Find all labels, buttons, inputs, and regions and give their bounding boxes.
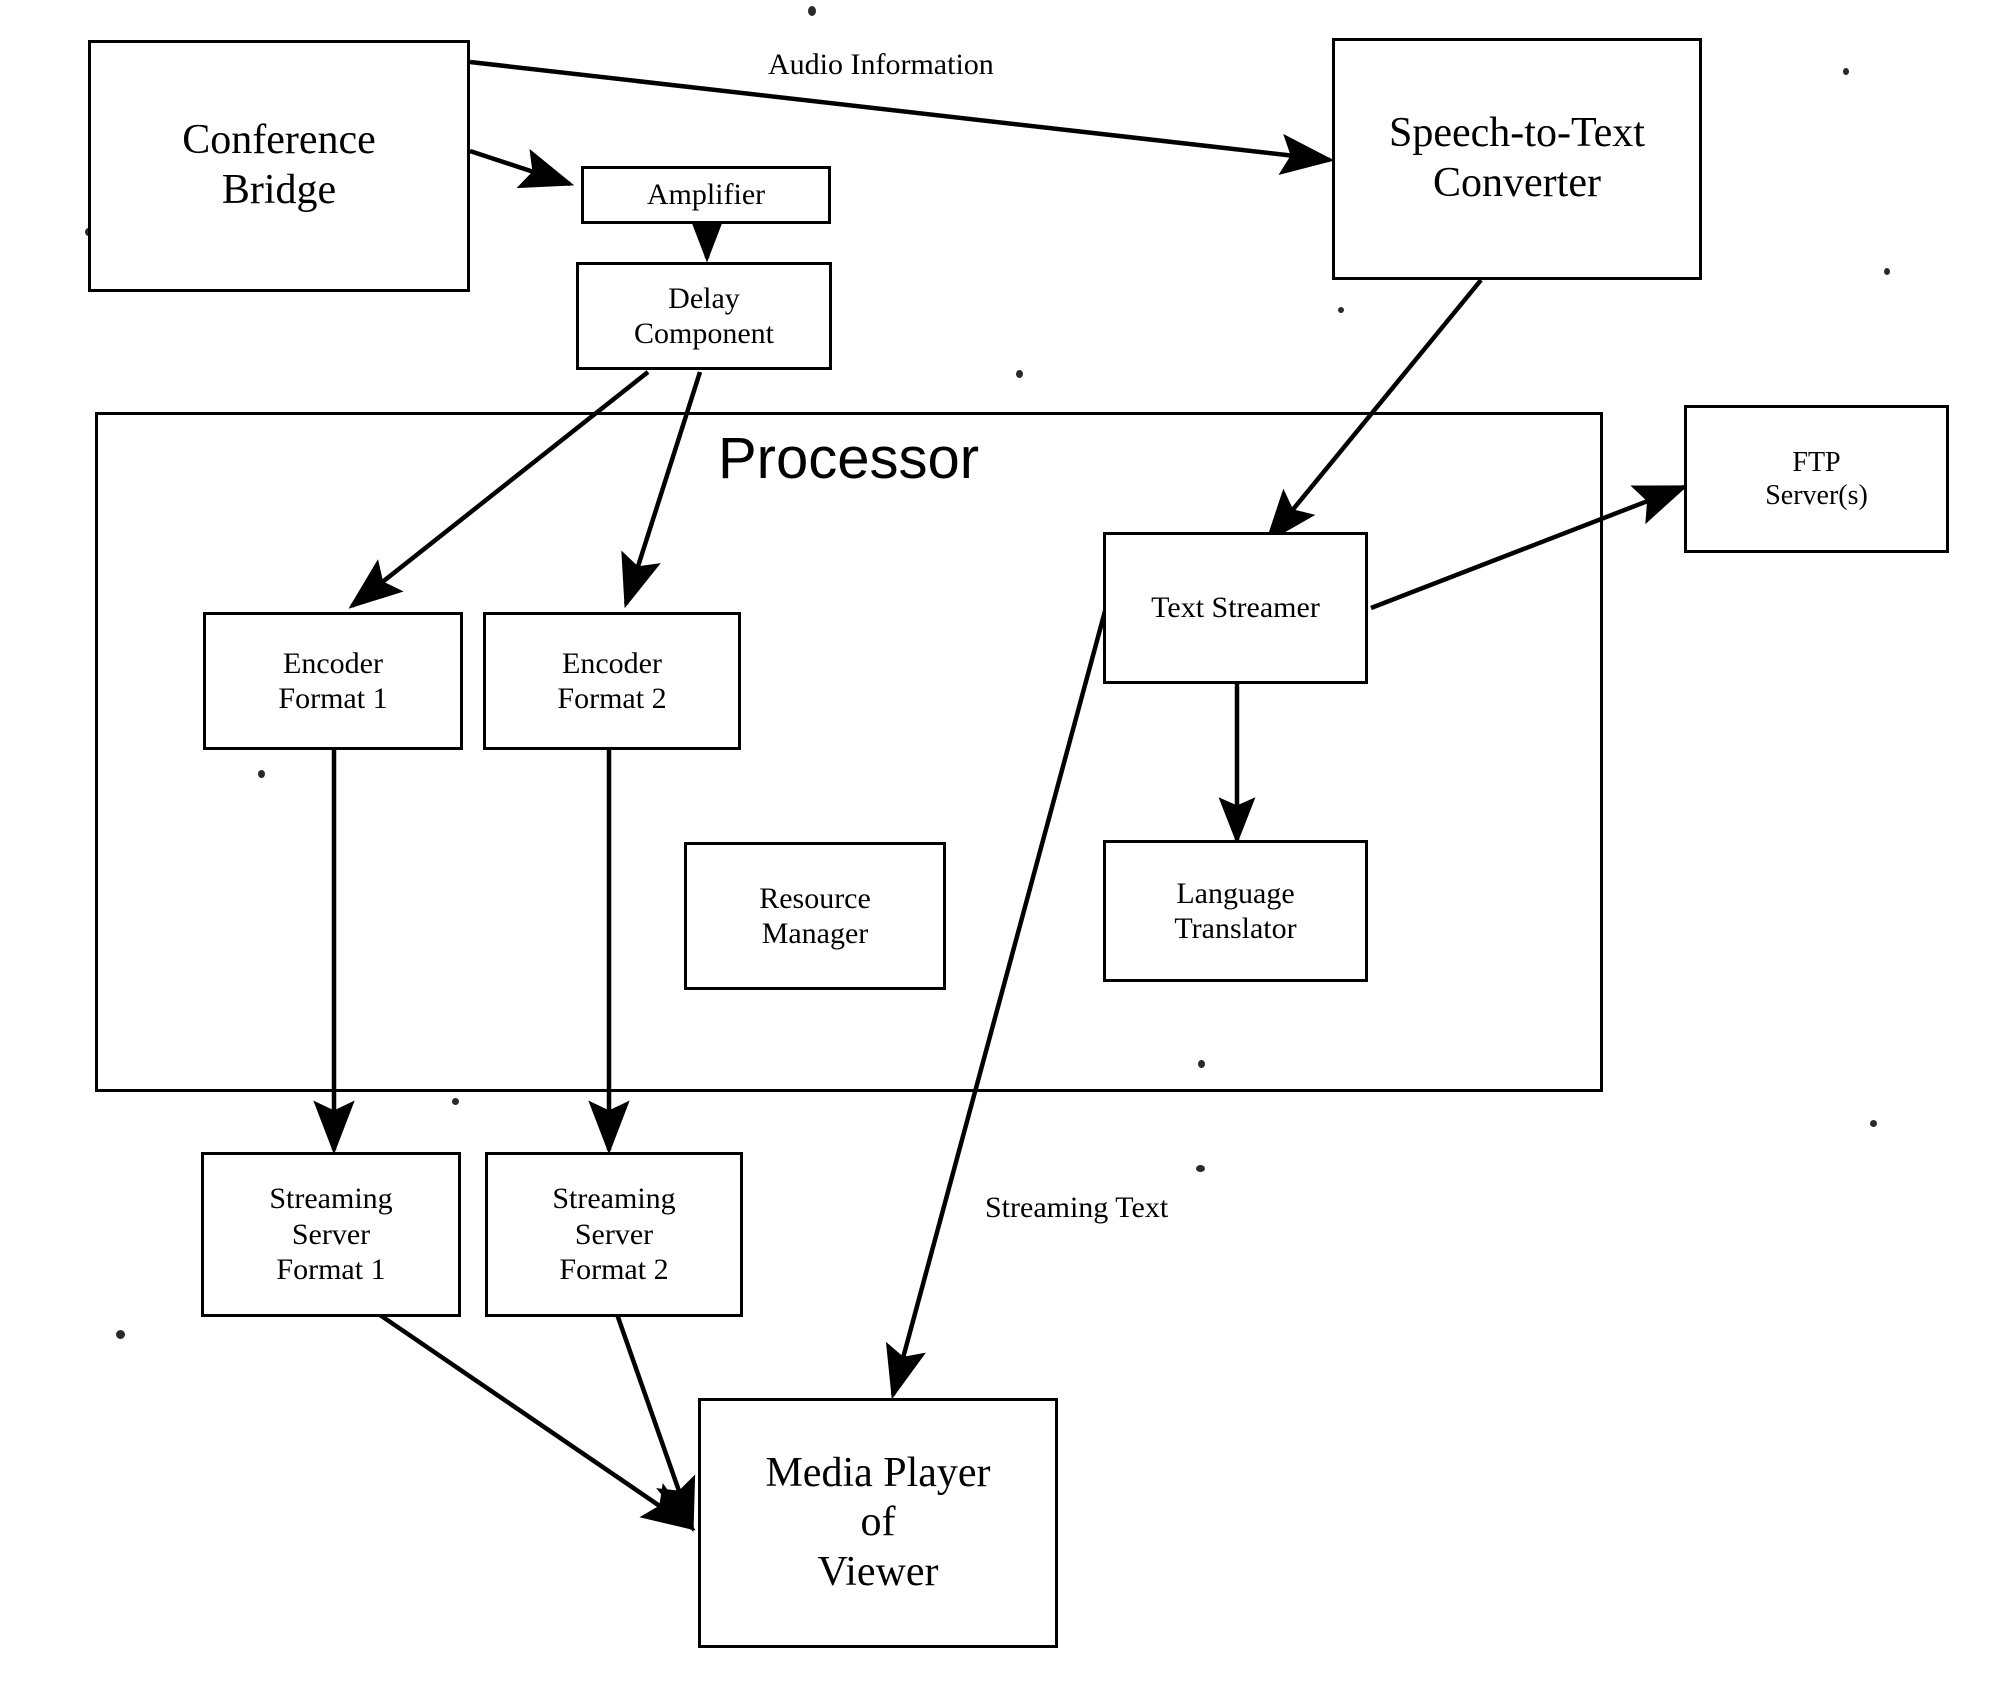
resource-manager-line-2: Manager <box>761 917 869 950</box>
wire-bridge-to-amplifier <box>469 148 575 189</box>
node-media-player-of-viewer[interactable]: Media Player of Viewer <box>698 1398 1058 1648</box>
text-streamer-label: Text Streamer <box>1151 591 1320 625</box>
language-translator-line-2: Translator <box>1174 912 1297 945</box>
node-resource-manager[interactable]: Resource Manager <box>684 842 946 990</box>
ftp-servers-line-2: Server(s) <box>1765 480 1868 511</box>
amplifier-label: Amplifier <box>646 178 766 212</box>
node-conference-bridge[interactable]: Conference Bridge <box>88 40 470 292</box>
media-player-line-2: of <box>860 1499 896 1546</box>
delay-component-line-2: Component <box>634 317 774 350</box>
media-player-line-1: Media Player <box>765 1449 991 1496</box>
encoder-format-2-line-1: Encoder <box>562 646 662 680</box>
media-player-line-3: Viewer <box>817 1548 939 1595</box>
scan-speck <box>1338 307 1344 313</box>
encoder-format-2-line-2: Format 2 <box>557 682 667 715</box>
language-translator-line-1: Language <box>1176 876 1295 910</box>
diagram-canvas: Processor Conference Bridge Amplifier De… <box>0 0 2000 1682</box>
scan-speck <box>452 1098 459 1105</box>
wire-server2-to-mediaplayer <box>609 1299 696 1533</box>
node-ftp-servers[interactable]: FTP Server(s) <box>1684 405 1949 553</box>
processor-group-title: Processor <box>718 426 980 491</box>
edge-label-audio-information: Audio Information <box>768 48 994 81</box>
node-language-translator[interactable]: Language Translator <box>1103 840 1368 982</box>
scan-speck <box>808 6 816 16</box>
edge-label-streaming-text: Streaming Text <box>985 1191 1169 1224</box>
streaming-server-1-line-3: Format 1 <box>276 1253 386 1287</box>
wire-server1-to-mediaplayer <box>356 1298 696 1531</box>
node-amplifier[interactable]: Amplifier <box>581 166 831 224</box>
streaming-server-2-line-1: Streaming <box>552 1182 676 1216</box>
speech-to-text-line-1: Speech-to-Text <box>1389 110 1645 157</box>
streaming-server-1-line-2: Server <box>291 1217 371 1251</box>
conference-bridge-line-2: Bridge <box>221 167 337 213</box>
streaming-server-1-line-1: Streaming <box>269 1182 393 1216</box>
ftp-servers-line-1: FTP <box>1792 446 1841 478</box>
node-text-streamer[interactable]: Text Streamer <box>1103 532 1368 684</box>
streaming-server-2-line-2: Server <box>574 1217 654 1251</box>
streaming-server-2-line-3: Format 2 <box>559 1253 669 1287</box>
delay-component-line-1: Delay <box>668 281 740 315</box>
node-speech-to-text-converter[interactable]: Speech-to-Text Converter <box>1332 38 1702 280</box>
conference-bridge-line-1: Conference <box>182 117 376 164</box>
node-encoder-format-2[interactable]: Encoder Format 2 <box>483 612 741 750</box>
scan-speck <box>1196 1165 1205 1172</box>
processor-group-box <box>95 412 1603 1092</box>
scan-speck <box>1884 268 1890 275</box>
scan-speck <box>1843 68 1849 75</box>
scan-speck <box>1016 370 1023 378</box>
node-streaming-server-format-2[interactable]: Streaming Server Format 2 <box>485 1152 743 1317</box>
encoder-format-1-line-1: Encoder <box>283 646 383 680</box>
encoder-format-1-line-2: Format 1 <box>278 682 388 715</box>
node-encoder-format-1[interactable]: Encoder Format 1 <box>203 612 463 750</box>
speech-to-text-line-2: Converter <box>1433 160 1601 206</box>
node-delay-component[interactable]: Delay Component <box>576 262 832 370</box>
scan-speck <box>116 1330 125 1339</box>
resource-manager-line-1: Resource <box>759 881 871 915</box>
scan-speck <box>1870 1120 1877 1127</box>
node-streaming-server-format-1[interactable]: Streaming Server Format 1 <box>201 1152 461 1317</box>
